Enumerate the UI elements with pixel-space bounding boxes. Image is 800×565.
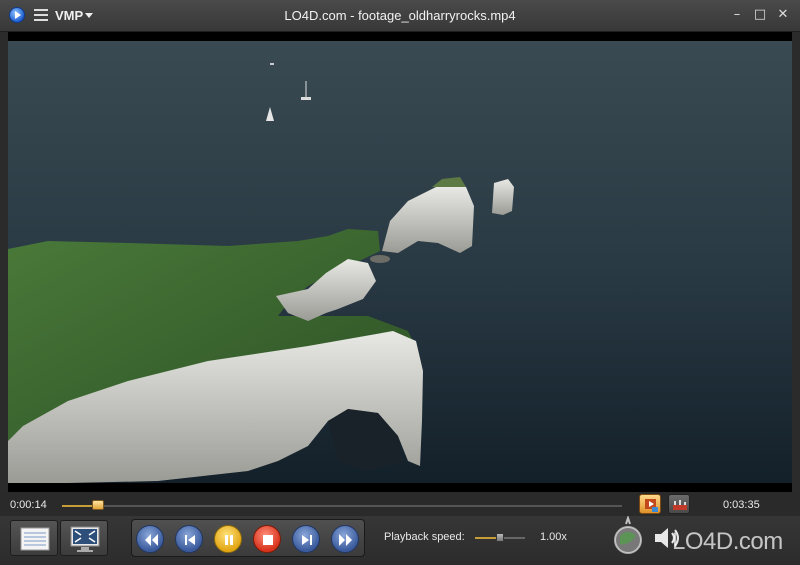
playlist-button[interactable] xyxy=(10,520,58,556)
total-duration: 0:03:35 xyxy=(723,499,760,511)
equalizer-icon xyxy=(673,500,687,510)
window-title: LO4D.com - footage_oldharryrocks.mp4 xyxy=(284,8,516,23)
video-frame-image xyxy=(8,41,792,483)
stop-button[interactable] xyxy=(253,525,281,553)
maximize-button[interactable]: □ xyxy=(751,6,769,24)
fast-forward-button[interactable] xyxy=(331,525,359,553)
film-play-icon xyxy=(645,499,658,512)
rewind-button[interactable] xyxy=(136,525,164,553)
fast-forward-icon xyxy=(339,534,352,546)
skip-forward-icon xyxy=(302,535,312,545)
fullscreen-button[interactable] xyxy=(60,520,108,556)
playlist-icon xyxy=(20,527,50,551)
rewind-icon xyxy=(145,534,158,546)
playback-speed-value: 1.00x xyxy=(540,531,567,543)
speed-slider[interactable] xyxy=(475,533,525,542)
skip-back-icon xyxy=(185,535,195,545)
elapsed-time: 0:00:14 xyxy=(10,499,47,511)
next-button[interactable] xyxy=(292,525,320,553)
title-bar: VMP LO4D.com - footage_oldharryrocks.mp4… xyxy=(0,0,800,32)
video-display[interactable] xyxy=(8,32,792,492)
stop-icon xyxy=(263,535,273,545)
speed-handle[interactable] xyxy=(496,533,504,542)
seek-slider[interactable] xyxy=(62,500,622,510)
close-button[interactable]: ✕ xyxy=(774,6,792,24)
previous-button[interactable] xyxy=(175,525,203,553)
watermark-text: LO4D.com xyxy=(672,528,783,555)
equalizer-button[interactable] xyxy=(668,494,690,514)
playback-speed-label: Playback speed: xyxy=(384,531,465,543)
snapshot-button[interactable] xyxy=(639,494,661,514)
transport-controls xyxy=(131,519,365,557)
fullscreen-monitor-icon xyxy=(70,526,100,552)
minimize-button[interactable]: – xyxy=(728,6,746,24)
seek-handle[interactable] xyxy=(92,500,105,510)
pause-button[interactable] xyxy=(214,525,242,553)
pause-icon xyxy=(225,535,233,545)
